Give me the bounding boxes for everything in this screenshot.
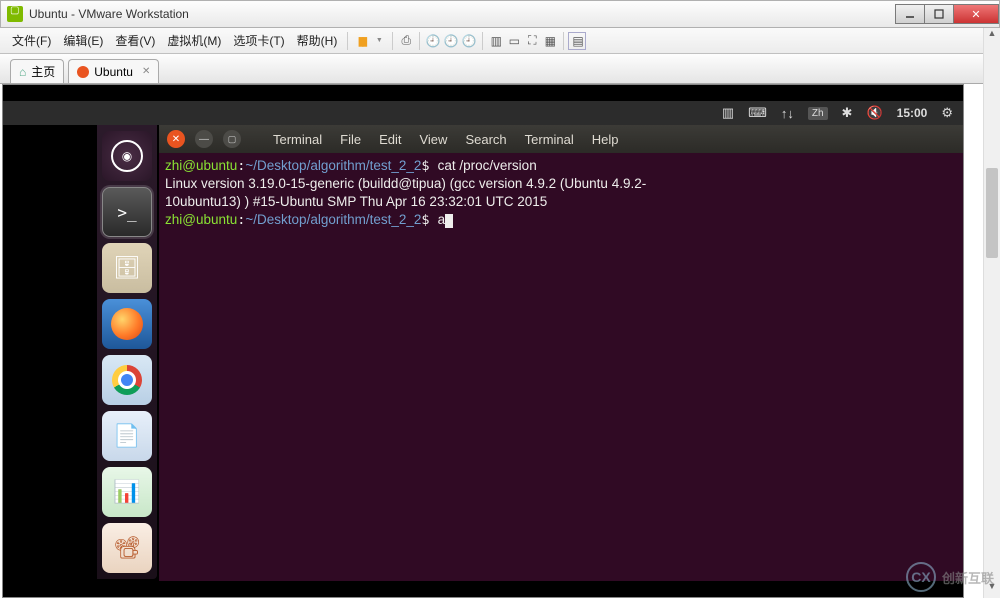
terminal-cursor: [445, 214, 453, 228]
terminal-body[interactable]: zhi@ubuntu:~/Desktop/algorithm/test_2_2$…: [159, 153, 963, 581]
prompt-user-2: zhi@ubuntu: [165, 212, 237, 227]
window-close-button[interactable]: ✕: [953, 4, 999, 24]
launcher-chromium[interactable]: [102, 355, 152, 405]
window-titlebar: Ubuntu - VMware Workstation ✕: [0, 0, 1000, 28]
indicator-bluetooth-icon[interactable]: ✱: [842, 105, 853, 121]
terminal-titlebar[interactable]: Terminal File Edit View Search Terminal …: [159, 125, 963, 153]
command-1: cat /proc/version: [438, 158, 537, 173]
launcher-calc[interactable]: [102, 467, 152, 517]
prompt-path-2: ~/Desktop/algorithm/test_2_2: [245, 212, 421, 227]
tab-bar: ⌂ 主页 Ubuntu ✕: [0, 54, 1000, 84]
watermark-icon: CX: [906, 562, 936, 592]
window-minimize-button[interactable]: [895, 4, 925, 24]
tab-home[interactable]: ⌂ 主页: [10, 59, 64, 83]
output-line-1: Linux version 3.19.0-15-generic (buildd@…: [165, 176, 646, 191]
window-maximize-button[interactable]: [924, 4, 954, 24]
launcher-writer[interactable]: [102, 411, 152, 461]
terminal-minimize-button[interactable]: [195, 130, 213, 148]
menubar: 文件(F) 编辑(E) 查看(V) 虚拟机(M) 选项卡(T) 帮助(H) ▮▮…: [0, 28, 1000, 54]
watermark-text: 创新互联: [942, 568, 994, 587]
clock2-icon[interactable]: 🕘: [442, 34, 460, 48]
view2-icon[interactable]: ▭: [505, 34, 523, 48]
prompt-user: zhi@ubuntu: [165, 158, 237, 173]
ubuntu-top-panel: ▥ ⌨ ↑↓ Zh ✱ 🔇 15:00 ⚙: [3, 101, 963, 125]
pause-icon[interactable]: ▮▮: [352, 34, 370, 48]
menu-vm[interactable]: 虚拟机(M): [161, 32, 227, 49]
menu-tabs[interactable]: 选项卡(T): [227, 32, 290, 49]
terminal-menu-help[interactable]: Help: [588, 132, 623, 147]
unity-icon[interactable]: ▦: [541, 34, 559, 48]
separator: [347, 32, 348, 50]
dropdown-icon[interactable]: ▼: [370, 37, 388, 44]
menu-file[interactable]: 文件(F): [6, 32, 57, 49]
scroll-up-icon[interactable]: ▲: [984, 28, 1000, 45]
indicator-monitor-icon[interactable]: ▥: [722, 105, 734, 121]
terminal-menu-file[interactable]: File: [336, 132, 365, 147]
tab-ubuntu-label: Ubuntu: [94, 65, 133, 79]
window-title: Ubuntu - VMware Workstation: [29, 7, 896, 21]
tab-ubuntu[interactable]: Ubuntu ✕: [68, 59, 159, 83]
indicator-gear-icon[interactable]: ⚙: [941, 105, 953, 121]
terminal-menu-search[interactable]: Search: [461, 132, 510, 147]
clock3-icon[interactable]: 🕘: [460, 34, 478, 48]
ubuntu-icon: [77, 66, 89, 78]
menu-edit[interactable]: 编辑(E): [57, 32, 109, 49]
output-line-2: 10ubuntu13) ) #15-Ubuntu SMP Thu Apr 16 …: [165, 194, 547, 209]
launcher-terminal[interactable]: [102, 187, 152, 237]
launcher-impress[interactable]: [102, 523, 152, 573]
terminal-menu-edit[interactable]: Edit: [375, 132, 405, 147]
launcher-firefox[interactable]: [102, 299, 152, 349]
snapshot-icon[interactable]: ⎙: [397, 33, 415, 48]
launcher-dash[interactable]: [102, 131, 152, 181]
vmware-app-icon: [7, 6, 23, 22]
unity-launcher: [97, 125, 157, 579]
prompt-path: ~/Desktop/algorithm/test_2_2: [245, 158, 421, 173]
window-controls: ✕: [896, 4, 999, 24]
terminal-menu-view[interactable]: View: [415, 132, 451, 147]
watermark: CX 创新互联: [906, 562, 994, 592]
clock1-icon[interactable]: 🕘: [424, 34, 442, 48]
home-icon: ⌂: [19, 65, 26, 79]
terminal-close-button[interactable]: [167, 130, 185, 148]
indicator-language[interactable]: Zh: [808, 107, 828, 120]
launcher-files[interactable]: [102, 243, 152, 293]
terminal-menu-terminal[interactable]: Terminal: [269, 132, 326, 147]
menu-view[interactable]: 查看(V): [109, 32, 161, 49]
indicator-sound-icon[interactable]: 🔇: [866, 105, 882, 121]
separator: [419, 32, 420, 50]
terminal-menu-terminal2[interactable]: Terminal: [521, 132, 578, 147]
library-icon[interactable]: ▤: [568, 32, 586, 50]
menu-help[interactable]: 帮助(H): [291, 32, 344, 49]
tab-close-icon[interactable]: ✕: [142, 66, 150, 77]
indicator-keyboard-icon[interactable]: ⌨: [748, 105, 767, 121]
separator: [563, 32, 564, 50]
command-2: a: [438, 212, 446, 227]
scrollbar-thumb[interactable]: [986, 168, 998, 258]
page-scrollbar[interactable]: ▲ ▼: [983, 28, 1000, 598]
separator: [482, 32, 483, 50]
separator: [392, 32, 393, 50]
fullscreen-icon[interactable]: ⛶: [523, 33, 541, 48]
indicator-network-icon[interactable]: ↑↓: [781, 106, 794, 121]
view1-icon[interactable]: ▥: [487, 34, 505, 48]
vm-viewport[interactable]: ▥ ⌨ ↑↓ Zh ✱ 🔇 15:00 ⚙ Terminal File Edit…: [2, 84, 964, 598]
terminal-window: Terminal File Edit View Search Terminal …: [159, 125, 963, 581]
tab-home-label: 主页: [31, 63, 55, 80]
terminal-maximize-button[interactable]: [223, 130, 241, 148]
indicator-clock[interactable]: 15:00: [897, 106, 928, 120]
